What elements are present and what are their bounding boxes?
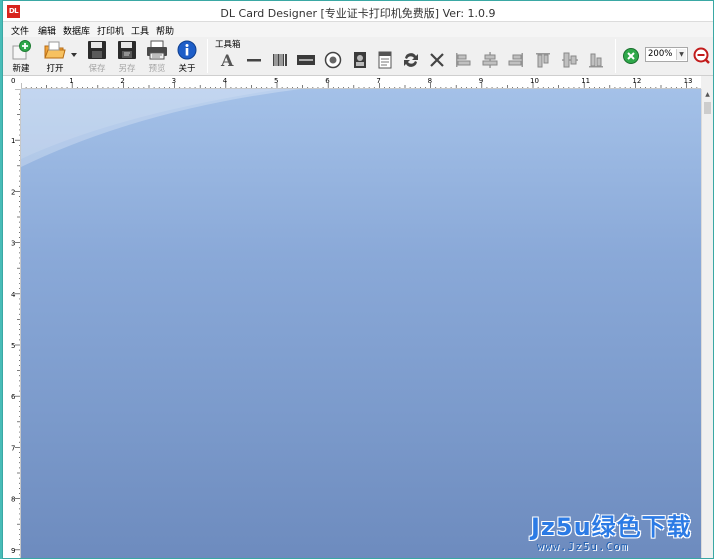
ruler-label: 8	[428, 77, 432, 85]
ruler-label: 2	[11, 188, 15, 196]
toolbar-separator	[207, 39, 208, 73]
ruler-label: 9	[11, 547, 15, 555]
menu-printer[interactable]: 打印机	[97, 24, 124, 37]
floppy-disk-icon	[118, 41, 136, 59]
app-window: DL DL Card Designer [专业证卡打印机免费版] Ver: 1.…	[2, 0, 714, 559]
rotate-icon[interactable]	[401, 50, 421, 70]
ruler-label: 6	[325, 77, 330, 85]
save-button[interactable]: 保存	[85, 37, 109, 75]
zoom-in-icon[interactable]	[621, 46, 641, 66]
ruler-label: 6	[11, 393, 16, 401]
ellipse-tool-icon[interactable]	[323, 50, 343, 70]
ruler-label: 13	[684, 77, 693, 85]
open-button[interactable]: 打开	[41, 37, 69, 75]
ruler-origin: 0	[3, 76, 21, 89]
zoom-value: 200%	[648, 49, 673, 59]
about-button[interactable]: 关于	[175, 37, 199, 75]
scroll-up-icon[interactable]: ▲	[702, 89, 713, 100]
open-folder-icon	[44, 41, 66, 59]
menu-bar: 文件 编辑 数据库 打印机 工具 帮助	[3, 22, 713, 37]
scrollbar-thumb[interactable]	[704, 102, 711, 114]
ruler-label: 3	[11, 240, 15, 248]
open-dropdown-chevron-icon[interactable]	[69, 45, 79, 65]
ruler-label: 1	[11, 137, 15, 145]
svg-text:A: A	[220, 51, 234, 69]
ruler-label: 8	[11, 496, 15, 504]
ruler-corner-right	[701, 76, 713, 89]
watermark-logo-text: Jz5u绿色下载	[531, 513, 692, 541]
barcode-tool-icon[interactable]	[270, 50, 290, 70]
horizontal-ruler: 1 2 3 4 5 6 7 8 9 10 11 12 13	[3, 76, 701, 89]
design-canvas[interactable]	[21, 89, 701, 558]
ruler-label: 9	[479, 77, 483, 85]
ruler-label: 4	[223, 77, 228, 85]
ruler-label: 7	[376, 77, 380, 85]
new-file-icon	[12, 40, 31, 60]
ruler-label: 5	[274, 77, 278, 85]
menu-file[interactable]: 文件	[11, 24, 29, 37]
main-toolbar: 新建 打开 保存 另存 预览 关于 工具箱 A 200% ▼	[3, 37, 713, 76]
watermark: Jz5u绿色下载 www.Jz5u.Com	[531, 507, 713, 557]
window-title: DL Card Designer [专业证卡打印机免费版] Ver: 1.0.9	[220, 7, 496, 20]
toolbox-label: 工具箱	[215, 40, 241, 50]
toolbar-separator	[615, 39, 616, 73]
ruler-label: 1	[69, 77, 73, 85]
zoom-select[interactable]: 200% ▼	[645, 47, 688, 62]
new-button[interactable]: 新建	[9, 37, 33, 75]
text-tool-icon[interactable]: A	[217, 50, 237, 70]
rectangle-tool-icon[interactable]	[296, 50, 316, 70]
delete-icon[interactable]	[427, 50, 447, 70]
menu-edit[interactable]: 编辑	[38, 24, 56, 37]
ruler-label: 4	[11, 291, 16, 299]
align-right-icon[interactable]	[506, 50, 526, 70]
zoom-out-icon[interactable]	[692, 46, 712, 66]
ruler-label: 2	[120, 77, 124, 85]
save-as-button[interactable]: 另存	[115, 37, 139, 75]
preview-button[interactable]: 预览	[145, 37, 169, 75]
align-center-icon[interactable]	[480, 50, 500, 70]
vertical-ruler: 1 2 3 4 5 6 7 8 9	[3, 76, 21, 558]
align-middle-icon[interactable]	[560, 50, 580, 70]
image-tool-icon[interactable]	[350, 50, 370, 70]
menu-tools[interactable]: 工具	[131, 24, 149, 37]
align-top-icon[interactable]	[533, 50, 553, 70]
table-tool-icon[interactable]	[375, 50, 395, 70]
ruler-label: 5	[11, 342, 15, 350]
menu-database[interactable]: 数据库	[63, 24, 90, 37]
ruler-label: 11	[581, 77, 590, 85]
floppy-disk-icon	[88, 41, 106, 59]
line-tool-icon[interactable]	[244, 50, 264, 70]
align-bottom-icon[interactable]	[586, 50, 606, 70]
ruler-label: 12	[632, 77, 641, 85]
chevron-down-icon: ▼	[676, 49, 686, 60]
info-icon	[177, 40, 197, 60]
ruler-label: 10	[530, 77, 539, 85]
watermark-url: www.Jz5u.Com	[537, 540, 629, 553]
printer-preview-icon	[147, 40, 167, 60]
align-left-icon[interactable]	[453, 50, 473, 70]
ruler-label: 3	[172, 77, 176, 85]
title-bar: DL DL Card Designer [专业证卡打印机免费版] Ver: 1.…	[3, 1, 713, 22]
ruler-label: 7	[11, 444, 15, 452]
canvas-sheen	[21, 89, 301, 167]
menu-help[interactable]: 帮助	[156, 24, 174, 37]
vertical-scrollbar[interactable]: ▲	[701, 89, 713, 558]
